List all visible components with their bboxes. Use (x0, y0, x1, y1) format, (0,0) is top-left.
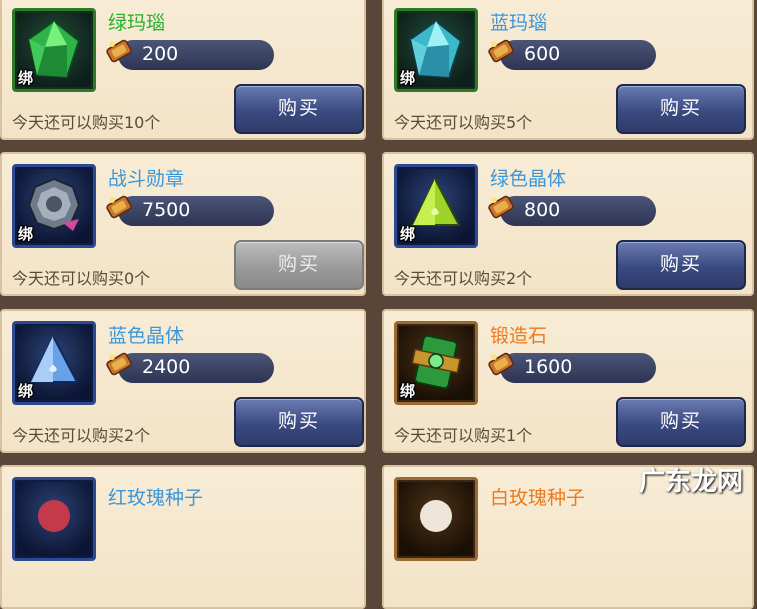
watermark-text: 广东龙网 (638, 467, 743, 497)
bind-badge: 绑 (400, 69, 416, 87)
white-rose-seed-icon (420, 500, 452, 532)
shop-item-green-agate: 绑 绿玛瑙 200 今天还可以购买10个 购买 (0, 0, 366, 140)
item-frame[interactable] (12, 477, 96, 561)
item-name: 绿色晶体 (490, 168, 567, 190)
shop-item-green-crystal: 绑 绿色晶体 800 今天还可以购买2个 购买 (382, 152, 754, 296)
currency-icon (487, 38, 515, 64)
buy-button[interactable]: 购买 (616, 240, 746, 290)
item-price: 600 (524, 43, 561, 65)
bind-badge: 绑 (400, 382, 416, 400)
item-name: 蓝色晶体 (108, 325, 185, 347)
currency-icon (105, 351, 133, 377)
purchase-limit: 今天还可以购买5个 (394, 113, 533, 132)
shop-item-blue-crystal: 绑 蓝色晶体 2400 今天还可以购买2个 购买 (0, 309, 366, 453)
shop-item-forging-stone: 绑 锻造石 1600 今天还可以购买1个 购买 (382, 309, 754, 453)
item-price: 7500 (142, 199, 191, 221)
currency-icon (105, 38, 133, 64)
bind-badge: 绑 (400, 225, 416, 243)
red-rose-seed-icon (38, 500, 70, 532)
item-price: 2400 (142, 356, 191, 378)
shop-item-battle-medal: 绑 战斗勋章 7500 今天还可以购买0个 购买 (0, 152, 366, 296)
buy-button[interactable]: 购买 (234, 84, 364, 134)
buy-button[interactable]: 购买 (616, 397, 746, 447)
item-frame[interactable]: 绑 (12, 8, 96, 92)
item-frame[interactable]: 绑 (394, 321, 478, 405)
bind-badge: 绑 (18, 69, 34, 87)
shop-item-blue-agate: 绑 蓝玛瑙 600 今天还可以购买5个 购买 (382, 0, 754, 140)
price-bar: 1600 (500, 353, 656, 383)
item-price: 200 (142, 43, 179, 65)
price-bar: 200 (118, 40, 274, 70)
item-frame[interactable]: 绑 (12, 321, 96, 405)
item-name: 白玫瑰种子 (490, 487, 586, 509)
purchase-limit: 今天还可以购买2个 (12, 426, 151, 445)
item-name: 蓝玛瑙 (490, 12, 548, 34)
price-bar: 2400 (118, 353, 274, 383)
purchase-limit: 今天还可以购买1个 (394, 426, 533, 445)
buy-button[interactable]: 购买 (234, 397, 364, 447)
item-name: 绿玛瑙 (108, 12, 166, 34)
purchase-limit: 今天还可以购买10个 (12, 113, 161, 132)
currency-icon (105, 194, 133, 220)
price-bar: 600 (500, 40, 656, 70)
currency-icon (487, 351, 515, 377)
item-frame[interactable] (394, 477, 478, 561)
item-price: 800 (524, 199, 561, 221)
bind-badge: 绑 (18, 225, 34, 243)
item-frame[interactable]: 绑 (12, 164, 96, 248)
price-bar: 7500 (118, 196, 274, 226)
item-name: 锻造石 (490, 325, 548, 347)
bind-badge: 绑 (18, 382, 34, 400)
item-frame[interactable]: 绑 (394, 164, 478, 248)
buy-button-disabled[interactable]: 购买 (234, 240, 364, 290)
item-name: 战斗勋章 (108, 168, 185, 190)
item-frame[interactable]: 绑 (394, 8, 478, 92)
item-name: 红玫瑰种子 (108, 487, 204, 509)
currency-icon (487, 194, 515, 220)
item-price: 1600 (524, 356, 573, 378)
purchase-limit: 今天还可以购买0个 (12, 269, 151, 288)
buy-button[interactable]: 购买 (616, 84, 746, 134)
purchase-limit: 今天还可以购买2个 (394, 269, 533, 288)
shop-item-red-rose-seed: 红玫瑰种子 (0, 465, 366, 609)
price-bar: 800 (500, 196, 656, 226)
